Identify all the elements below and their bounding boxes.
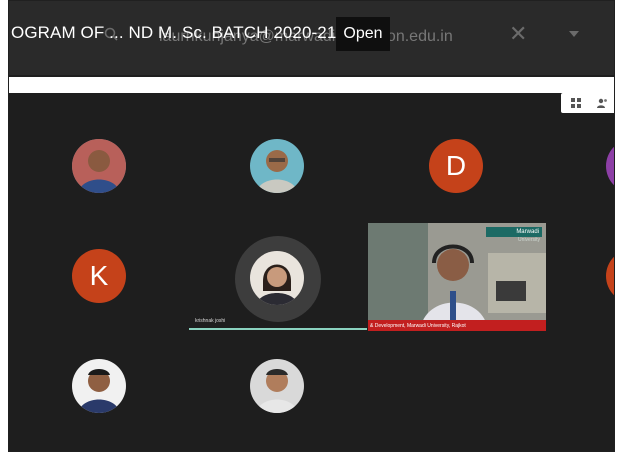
- university-logo-sub: University: [518, 237, 540, 243]
- participant-avatar-4[interactable]: [606, 139, 614, 193]
- person-photo-icon: [72, 139, 126, 193]
- people-icon[interactable]: [596, 97, 608, 109]
- layout-tools: [561, 93, 614, 113]
- close-icon[interactable]: ✕: [509, 23, 527, 45]
- grid-view-icon[interactable]: [570, 97, 582, 109]
- meeting-window: laurnkunjanya@marwadieducation.edu.in OG…: [8, 0, 615, 452]
- participant-avatar-6[interactable]: [606, 249, 614, 303]
- participant-avatar-8[interactable]: [250, 359, 304, 413]
- participant-avatar-7[interactable]: [72, 359, 126, 413]
- participant-avatar-5[interactable]: K: [72, 249, 126, 303]
- participant-avatar-3[interactable]: D: [429, 139, 483, 193]
- meeting-title: OGRAM OF ... ND M. Sc. BATCH 2020-21: [11, 23, 337, 42]
- open-button[interactable]: Open: [336, 17, 390, 51]
- video-caption: & Development, Marwadi University, Rajko…: [370, 323, 466, 329]
- participant-avatar-2[interactable]: [250, 139, 304, 193]
- speaker-highlight-bar: [189, 328, 367, 330]
- participant-avatar-speaker[interactable]: [250, 251, 304, 305]
- person-photo-icon: [250, 251, 304, 305]
- speaker-name-label: krishnak joshi: [195, 318, 226, 324]
- person-photo-icon: [250, 359, 304, 413]
- toolbar-strip: [9, 77, 614, 93]
- chevron-down-icon[interactable]: [569, 31, 579, 37]
- participant-avatar-1[interactable]: [72, 139, 126, 193]
- university-logo: Marwadi: [486, 227, 542, 237]
- person-photo-icon: [250, 139, 304, 193]
- person-photo-icon: [72, 359, 126, 413]
- top-bar: laurnkunjanya@marwadieducation.edu.in OG…: [9, 1, 614, 75]
- presenter-video[interactable]: Marwadi University & Development, Marwad…: [368, 223, 546, 331]
